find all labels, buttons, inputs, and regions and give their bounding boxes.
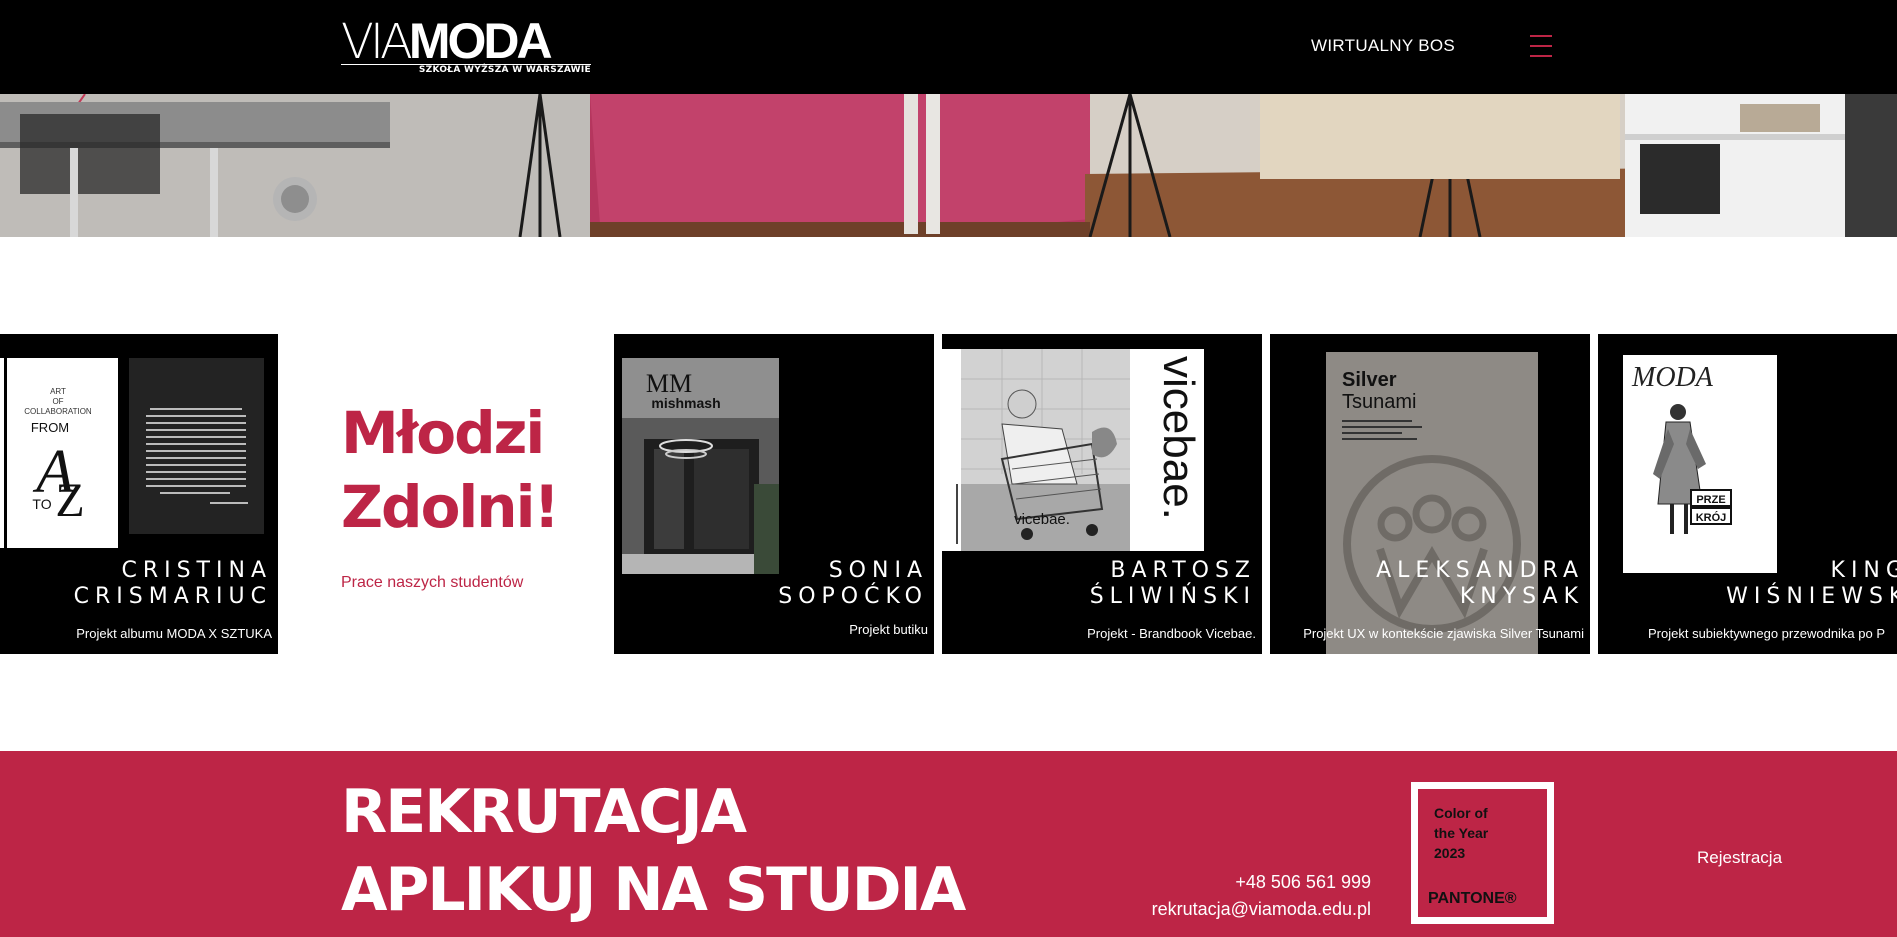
art-text-4: FROM: [31, 420, 69, 435]
logo-via: VIA: [341, 14, 413, 70]
art-text-1: ART: [50, 387, 66, 396]
nav-wirtualny-bos-link[interactable]: WIRTUALNY BOS: [1311, 36, 1455, 56]
student-name: KINGA WIŚNIEWSKA: [1726, 558, 1897, 609]
student-name: SONIA SOPOĆKO: [778, 558, 928, 609]
email-link[interactable]: rekrutacja@viamoda.edu.pl: [1152, 896, 1371, 923]
project-description: Projekt albumu MODA X SZTUKA: [76, 626, 272, 641]
student-card-kinga[interactable]: MODA PRZE KRÓJ KINGA WIŚNIEWSKA Projekt …: [1598, 334, 1897, 654]
hamburger-menu-icon[interactable]: [1530, 35, 1552, 57]
student-works-gallery: ART OF COLLABORATION FROM A TO Z CRISTIN…: [0, 334, 1897, 654]
phone-link[interactable]: +48 506 561 999: [1152, 869, 1371, 896]
recruitment-contact: +48 506 561 999 rekrutacja@viamoda.edu.p…: [1152, 869, 1371, 923]
project-description: Projekt butiku: [849, 622, 928, 637]
przekroj-label-2: KRÓJ: [1696, 511, 1727, 524]
register-link[interactable]: Rejestracja: [1697, 848, 1782, 868]
vicebae-wordmark: vicebae.: [1154, 356, 1203, 520]
site-header: VIAMODA SZKOŁA WYŻSZA W WARSZAWIE WIRTUA…: [0, 0, 1897, 94]
mishmash-logo-mark: MM: [646, 369, 692, 398]
student-card-cristina[interactable]: ART OF COLLABORATION FROM A TO Z CRISTIN…: [0, 334, 278, 654]
pantone-badge: Color of the Year 2023 PANTONE®: [1411, 782, 1554, 924]
art-text-6: TO: [32, 496, 51, 512]
silver-tsunami-subtitle: Tsunami: [1342, 391, 1416, 413]
przekroj-label-1: PRZE: [1696, 494, 1725, 506]
logo-tagline: SZKOŁA WYŻSZA W WARSZAWIE: [418, 65, 591, 75]
project-description: Projekt UX w kontekście zjawiska Silver …: [1303, 626, 1584, 641]
student-name: BARTOSZ ŚLIWIŃSKI: [1089, 558, 1256, 609]
intro-title: Młodzi Zdolni!: [341, 399, 560, 541]
pantone-caption: Color of the Year 2023: [1434, 805, 1489, 861]
pantone-swatch: Color of the Year 2023 PANTONE®: [1418, 789, 1547, 917]
student-name: CRISTINA CRISMARIUC: [73, 558, 272, 609]
art-text-7: Z: [55, 474, 84, 527]
student-card-aleksandra[interactable]: Silver Tsunami ALEKSANDRA KNYSAK Projekt…: [1270, 334, 1590, 654]
student-name: ALEKSANDRA KNYSAK: [1376, 558, 1584, 609]
logo-moda: MODA: [408, 13, 553, 69]
hero-studio-image: [0, 94, 1897, 237]
logo-wordmark: VIAMODA: [341, 16, 553, 66]
intro-subtitle: Prace naszych studentów: [341, 574, 524, 591]
project-description: Projekt - Brandbook Vicebae.: [1087, 626, 1256, 641]
silver-tsunami-title: Silver: [1342, 369, 1397, 391]
student-card-bartosz[interactable]: vicebae. vicebae. BARTOSZ ŚLIWIŃSKI Proj…: [942, 334, 1262, 654]
recruitment-section: REKRUTACJA APLIKUJ NA STUDIA +48 506 561…: [0, 751, 1897, 937]
viamoda-logo[interactable]: VIAMODA SZKOŁA WYŻSZA W WARSZAWIE: [341, 16, 591, 76]
art-text-3: COLLABORATION: [24, 407, 92, 416]
art-text-2: OF: [52, 397, 63, 406]
pantone-brand: PANTONE®: [1428, 890, 1517, 907]
recruitment-title: REKRUTACJA APLIKUJ NA STUDIA: [341, 777, 966, 925]
student-card-sonia[interactable]: MM mishmash SONIA SOPOĆKO Projekt butiku: [614, 334, 934, 654]
mishmash-logo-text: mishmash: [651, 395, 720, 411]
gallery-intro: Młodzi Zdolni! Prace naszych studentów: [341, 396, 560, 592]
moda-sketch-title: MODA: [1631, 362, 1714, 393]
project-description: Projekt subiektywnego przewodnika po P: [1648, 626, 1886, 641]
vicebae-cart-text: vicebae.: [1014, 511, 1070, 528]
